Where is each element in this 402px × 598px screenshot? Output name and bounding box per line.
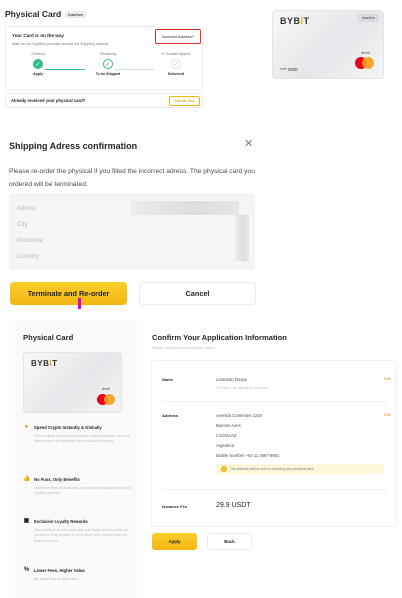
step-bottom-label: Delivered [167, 72, 185, 76]
check-icon: ✓ [171, 59, 181, 69]
progress-line [45, 69, 85, 70]
step-bottom-label: To be Shipped [95, 72, 121, 76]
step-receiving: Receiving ✓ To be Shipped [83, 52, 133, 76]
address-label: Adress [17, 205, 37, 212]
redacted-value [131, 201, 239, 215]
info-icon: ! [221, 466, 227, 472]
mastercard-icon [355, 57, 374, 69]
edit-name-link[interactable]: Edit [384, 377, 391, 381]
card-status-badge: Inactive [357, 14, 379, 22]
card-preview: BYBIT debit [23, 352, 122, 413]
name-hint: The name will display on your card. [216, 386, 270, 390]
card-preview: BYBIT Inactive debit **** 0000 [272, 10, 384, 79]
mastercard-icon [97, 394, 115, 405]
notice-text: The address will be use for receiving yo… [230, 467, 315, 471]
application-info-card: Name Leonardo Roque The name will displa… [151, 360, 397, 527]
address-summary-box: Adress City Postcode Country [9, 193, 255, 270]
terminate-reorder-button[interactable]: Terminate and Re-order [10, 282, 127, 305]
card-type: debit [102, 387, 111, 391]
address-line: Buenos Aires [216, 423, 241, 428]
coin-icon: ● [24, 424, 29, 430]
benefit-title: Lower Fees, Higher Value [34, 568, 85, 573]
section-subtitle: Please confirm the information stated. [152, 346, 216, 350]
benefit-item: ● Spend Crypto Instantly & Globally Pay a… [23, 424, 133, 445]
card-benefits-sidebar: Physical Card BYBIT debit ● Spend Crypto … [15, 321, 137, 598]
thumbs-up-icon: 👍 [23, 476, 31, 482]
dialog-description: Please re-order the physical if you fill… [9, 168, 255, 188]
redacted-value [235, 215, 249, 261]
postcode-label: Postcode [17, 237, 43, 244]
dialog-title: Shipping Adress confirmation [9, 141, 138, 151]
application-info-section: Confirm Your Application Information Ple… [144, 321, 402, 598]
step-ordered: Ordered ✓ Apply [13, 52, 63, 76]
benefit-body: Obtain the Bybit physical debit card wit… [34, 486, 132, 496]
close-icon[interactable]: ✕ [244, 139, 253, 150]
name-value: Leonardo Roque [216, 377, 248, 382]
physical-card-status-panel: Physical Card Inactive Your Card is on t… [0, 0, 402, 120]
check-icon: ✓ [33, 59, 43, 69]
fee-value: 29.9 USDT [216, 502, 251, 509]
step-bottom-label: Apply [33, 72, 43, 76]
cancel-button[interactable]: Cancel [139, 282, 256, 305]
incorrect-address-button[interactable]: Incorrect Address? [155, 29, 201, 44]
section-title: Confirm Your Application Information [152, 333, 287, 342]
fee-label: Issuance Fee [162, 504, 188, 509]
status-subtitle: Wait for our logistics provider accept t… [12, 42, 110, 46]
card-number: **** 0000 [280, 67, 298, 72]
back-button[interactable]: Back [207, 533, 252, 550]
mobile-number: Mobile Number +54 11 4567-8901 [216, 453, 280, 458]
benefit-item: ▣ Exclusive Loyalty Rewards Earn cashback… [23, 518, 133, 544]
address-notice: ! The address will be use for receiving … [216, 464, 384, 474]
apply-button[interactable]: Apply [152, 533, 197, 550]
activate-now-button[interactable]: Activate Now [169, 96, 200, 106]
status-badge: Inactive [65, 10, 87, 18]
cursor-marker [78, 298, 81, 309]
bybit-logo: BYBIT [31, 359, 58, 368]
page-title: Physical Card [5, 9, 62, 19]
check-icon: ✓ [103, 59, 113, 69]
address-label: Address [162, 413, 179, 418]
step-delivered: In Transit/Shipped ✓ Delivered [151, 52, 201, 76]
benefit-body: No annual fees or hidden fees. [34, 577, 79, 581]
divider [162, 489, 388, 490]
panel-title: Physical Card Inactive [5, 9, 87, 19]
benefit-body: Pay at millions of locations worldwide u… [34, 434, 130, 444]
shipping-status-box: Your Card is on the way Wait for our log… [5, 26, 203, 90]
edit-address-link[interactable]: Edit [384, 413, 391, 417]
benefit-item: % Lower Fees, Higher Value No annual fees… [23, 567, 133, 582]
benefit-body: Earn cashback on every purchase and loya… [34, 528, 128, 543]
benefit-title: Exclusive Loyalty Rewards [34, 519, 88, 524]
divider [162, 401, 388, 402]
gift-icon: ▣ [23, 518, 30, 524]
shipping-confirmation-dialog: Shipping Adress confirmation ✕ Please re… [0, 127, 270, 317]
activate-card-row: Already received your physical card? Act… [5, 93, 203, 108]
benefit-title: No Fuss, Only Benefits [34, 477, 80, 482]
address-line: Avenida Corrientes 1234 [216, 413, 263, 418]
status-title: Your Card is on the way [12, 33, 64, 38]
card-type: debit [361, 50, 370, 55]
benefit-title: Spend Crypto Instantly & Globally [34, 425, 102, 430]
name-label: Name [162, 377, 173, 382]
bybit-logo: BYBIT [280, 16, 310, 26]
country-label: Country [17, 253, 39, 260]
city-label: City [17, 221, 28, 228]
percent-icon: % [23, 567, 30, 573]
address-line: Argentina [216, 443, 234, 448]
address-line: C1043AAZ [216, 433, 237, 438]
application-confirmation-panel: Physical Card BYBIT debit ● Spend Crypto … [0, 321, 402, 598]
benefit-item: 👍 No Fuss, Only Benefits Obtain the Bybit… [23, 476, 133, 497]
step-top-label: Ordered [31, 52, 45, 56]
activate-prompt: Already received your physical card? [11, 98, 86, 103]
step-top-label: In Transit/Shipped [161, 52, 191, 56]
sidebar-title: Physical Card [23, 333, 74, 342]
step-top-label: Receiving [100, 52, 116, 56]
progress-line [115, 69, 155, 70]
